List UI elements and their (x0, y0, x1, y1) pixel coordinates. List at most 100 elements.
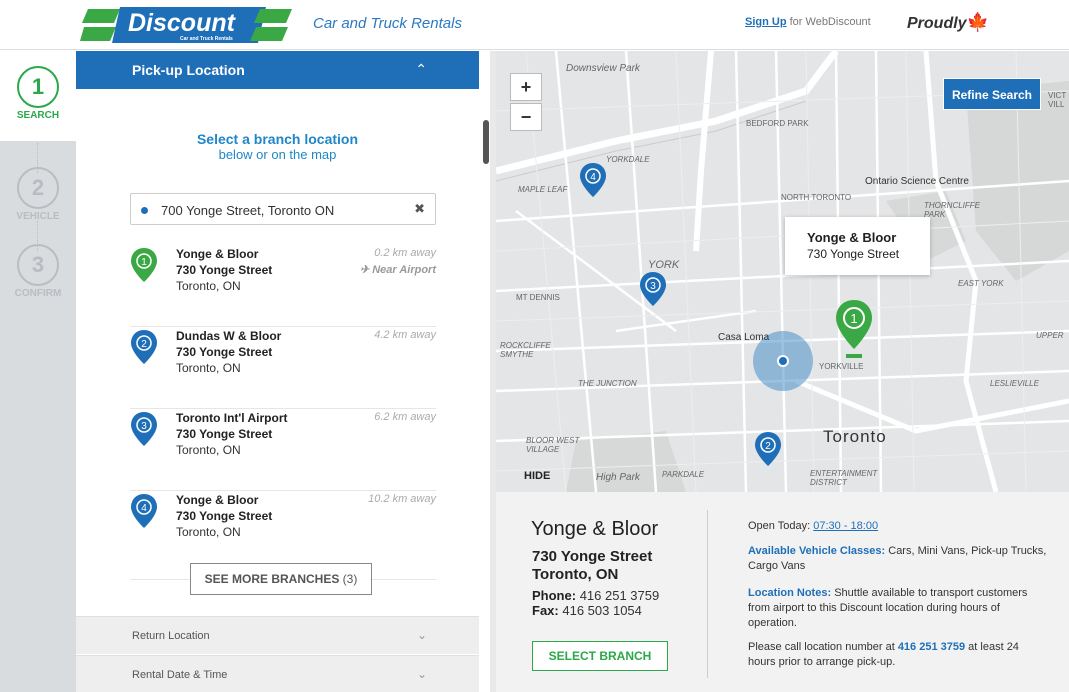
clear-icon[interactable]: ✖ (414, 201, 425, 217)
pickup-accordion-header[interactable]: Pick-up Location ⌃ (76, 51, 479, 89)
map-label: UPPER (1036, 331, 1064, 340)
rental-date-time-accordion[interactable]: Rental Date & Time ⌄ (76, 655, 479, 692)
call-notice: Please call location number at 416 251 3… (748, 640, 1048, 670)
zoom-in-button[interactable]: + (510, 73, 542, 101)
city-label: Toronto (823, 427, 887, 446)
phone-number: 416 251 3759 (579, 588, 660, 603)
step-confirm[interactable]: 3 CONFIRM (0, 229, 76, 319)
details-phone: Phone: 416 251 3759 (532, 588, 659, 603)
map-pin-2-icon[interactable]: 2 (754, 431, 782, 467)
map-label: VICT VILL (1048, 91, 1067, 109)
map-label: NORTH TORONTO (781, 193, 852, 202)
branch-details: Yonge & Bloor 730 Yonge Street Toronto, … (496, 492, 1069, 692)
refine-search-button[interactable]: Refine Search (943, 78, 1041, 110)
discount-logo[interactable]: Discount Car and Truck Rentals (80, 5, 294, 45)
branch-address: 730 Yonge Street (176, 263, 273, 277)
see-more-branches-button[interactable]: SEE MORE BRANCHES (3) (190, 563, 372, 595)
proudly-text: Proudly (907, 15, 967, 32)
zoom-out-button[interactable]: − (510, 103, 542, 131)
chevron-down-icon: ⌄ (416, 667, 427, 681)
branch-item-3[interactable]: 3 Toronto Int'l Airport 730 Yonge Street… (130, 411, 436, 491)
step-number: 3 (17, 244, 59, 286)
map-pin-4-icon[interactable]: 4 (579, 162, 607, 198)
accordion-label: Rental Date & Time (132, 669, 228, 681)
step-number: 1 (17, 66, 59, 108)
accordion-label: Return Location (132, 630, 210, 642)
svg-text:1: 1 (850, 311, 857, 326)
classes-label: Available Vehicle Classes: (748, 545, 886, 557)
vehicle-classes: Available Vehicle Classes: Cars, Mini Va… (748, 544, 1048, 574)
map-pin-icon: 4 (131, 494, 157, 528)
maple-leaf-icon: 🍁 (966, 12, 989, 32)
hide-map-button[interactable]: HIDE (524, 470, 550, 482)
branch-item-1[interactable]: 1 Yonge & Bloor 730 Yonge Street Toronto… (130, 247, 436, 327)
open-label: Open Today: (748, 520, 811, 532)
step-search[interactable]: 1 SEARCH (0, 51, 76, 141)
svg-text:2: 2 (765, 441, 771, 452)
chevron-up-icon: ⌃ (415, 61, 427, 77)
call-number[interactable]: 416 251 3759 (898, 641, 965, 653)
details-address: 730 Yonge Street (532, 548, 653, 565)
branch-city: Toronto, ON (176, 443, 241, 457)
map-roads (496, 51, 1069, 492)
map-label: Downsview Park (566, 63, 640, 74)
popup-branch-name: Yonge & Bloor (807, 230, 897, 245)
map-pin-1-icon[interactable]: 1 (834, 299, 874, 359)
branch-item-2[interactable]: 2 Dundas W & Bloor 730 Yonge Street Toro… (130, 329, 436, 409)
popup-branch-address: 730 Yonge Street (807, 247, 900, 261)
open-hours-link[interactable]: 07:30 - 18:00 (813, 520, 878, 532)
map-label: Casa Loma (718, 332, 770, 343)
map-label: LESLIEVILLE (990, 379, 1039, 388)
step-label: SEARCH (16, 110, 60, 121)
tagline: Car and Truck Rentals (313, 15, 462, 32)
map-label: BEDFORD PARK (746, 119, 809, 128)
branch-distance: 6.2 km away (374, 411, 436, 423)
see-more-label: SEE MORE BRANCHES (204, 572, 340, 586)
select-subtitle: below or on the map (218, 147, 337, 162)
map-label: MT DENNIS (516, 293, 560, 302)
open-today: Open Today: 07:30 - 18:00 (748, 519, 1048, 534)
svg-text:3: 3 (650, 281, 656, 292)
map-pin-icon: 2 (131, 330, 157, 364)
step-nav: 1 SEARCH 2 VEHICLE 3 CONFIRM (0, 51, 76, 692)
map-label: ENTERTAINMENT DISTRICT (810, 469, 878, 487)
branch-city: Toronto, ON (176, 525, 241, 539)
map-label: YORKDALE (606, 155, 650, 164)
select-branch-button[interactable]: SELECT BRANCH (532, 641, 668, 671)
map-pin-icon: 1 (131, 248, 157, 282)
map-label: THORNCLIFFE PARK (924, 201, 980, 219)
map[interactable]: Downsview Park BEDFORD PARK YORKDALE MAP… (496, 51, 1069, 492)
branch-city: Toronto, ON (176, 361, 241, 375)
pickup-heading: Pick-up Location (132, 62, 245, 78)
logo-text: Discount (128, 9, 237, 37)
map-label: YORK (648, 259, 680, 271)
branch-name: Toronto Int'l Airport (176, 411, 288, 425)
branch-address: 730 Yonge Street (176, 427, 273, 441)
map-label: THE JUNCTION (578, 379, 637, 388)
map-pin-3-icon[interactable]: 3 (639, 271, 667, 307)
branch-distance: 0.2 km away (374, 247, 436, 259)
panel-scrollbar[interactable] (481, 108, 490, 692)
signup-suffix: for WebDiscount (789, 16, 871, 28)
svg-text:4: 4 (141, 503, 147, 514)
details-divider (707, 510, 708, 678)
logo-subtext: Car and Truck Rentals (180, 36, 233, 42)
location-search-input[interactable] (161, 200, 401, 220)
branch-name: Dundas W & Bloor (176, 329, 282, 343)
signup-link[interactable]: Sign Up (745, 16, 787, 28)
map-label: YORKVILLE (819, 362, 864, 371)
svg-text:3: 3 (141, 421, 147, 432)
return-location-accordion[interactable]: Return Location ⌄ (76, 616, 479, 654)
branch-distance: 4.2 km away (374, 329, 436, 341)
branch-airport-note: ✈ Near Airport (359, 264, 436, 276)
branch-item-4[interactable]: 4 Yonge & Bloor 730 Yonge Street Toronto… (130, 493, 436, 573)
call-prefix: Please call location number at (748, 641, 895, 653)
details-city: Toronto, ON (532, 566, 619, 583)
see-more-area: SEE MORE BRANCHES (3) (130, 563, 436, 595)
step-label: CONFIRM (14, 288, 62, 299)
map-label: EAST YORK (958, 279, 1004, 288)
svg-text:2: 2 (141, 339, 147, 350)
header: Discount Car and Truck Rentals Car and T… (0, 0, 1069, 50)
map-pin-icon: 3 (131, 412, 157, 446)
scrollbar-thumb[interactable] (483, 120, 489, 164)
